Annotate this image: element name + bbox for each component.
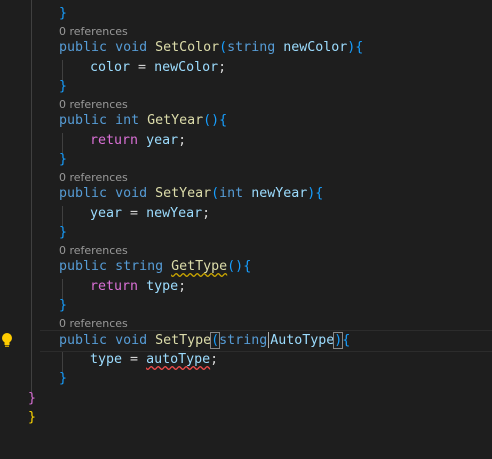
- open-brace: {: [342, 333, 351, 348]
- method-name: SetColor: [155, 40, 220, 55]
- codelens-references[interactable]: 0 references: [59, 244, 128, 258]
- operator: =: [122, 352, 147, 367]
- keyword: string: [219, 333, 268, 348]
- close-brace: }: [59, 371, 68, 386]
- code-line[interactable]: year = newYear;: [90, 204, 210, 223]
- open-brace: {: [315, 186, 324, 201]
- variable: newYear: [146, 206, 203, 221]
- code-line[interactable]: }: [59, 296, 67, 315]
- method-name: GetYear: [147, 113, 204, 128]
- operator: =: [122, 206, 147, 221]
- parens: (): [227, 259, 244, 274]
- code-line[interactable]: }: [59, 223, 67, 242]
- variable: type: [90, 352, 123, 367]
- code-line[interactable]: public void SetYear(int newYear){: [59, 184, 323, 203]
- semicolon: ;: [218, 60, 227, 75]
- indent-guide: [31, 0, 32, 392]
- code-line[interactable]: public string GetType(){: [59, 257, 251, 276]
- code-line[interactable]: }: [59, 77, 67, 96]
- close-brace: }: [59, 6, 68, 21]
- codelens-references[interactable]: 0 references: [59, 171, 128, 185]
- variable: type: [146, 279, 179, 294]
- open-paren: (: [211, 186, 220, 201]
- keyword-return: return: [90, 133, 139, 148]
- semicolon: ;: [178, 279, 187, 294]
- close-brace: }: [59, 298, 68, 313]
- code-line[interactable]: }: [28, 408, 36, 427]
- keyword: void: [115, 333, 148, 348]
- variable: year: [90, 206, 123, 221]
- semicolon: ;: [210, 352, 219, 367]
- open-brace: {: [243, 259, 252, 274]
- open-brace: {: [219, 113, 228, 128]
- code-line[interactable]: public void SetType(string AutoType){: [59, 331, 350, 350]
- codelens-references[interactable]: 0 references: [59, 98, 128, 112]
- parameter: AutoType: [270, 333, 335, 348]
- parameter: newColor: [283, 40, 348, 55]
- keyword: public: [59, 186, 108, 201]
- keyword: int: [115, 113, 140, 128]
- code-line[interactable]: public int GetYear(){: [59, 111, 227, 130]
- lightbulb-icon[interactable]: [0, 332, 14, 348]
- keyword: public: [59, 113, 108, 128]
- codelens-references[interactable]: 0 references: [59, 25, 128, 39]
- method-name: GetType: [171, 259, 228, 274]
- code-line[interactable]: type = autoType;: [90, 350, 218, 369]
- code-line[interactable]: }: [59, 150, 67, 169]
- keyword: int: [219, 186, 244, 201]
- close-brace: }: [59, 79, 68, 94]
- keyword: public: [59, 40, 108, 55]
- keyword: string: [227, 40, 276, 55]
- parens: (): [203, 113, 220, 128]
- variable: year: [146, 133, 179, 148]
- operator: =: [130, 60, 155, 75]
- code-line[interactable]: return year;: [90, 131, 186, 150]
- codelens-references[interactable]: 0 references: [59, 317, 128, 331]
- keyword: public: [59, 259, 108, 274]
- close-brace: }: [59, 152, 68, 167]
- code-line[interactable]: }: [59, 4, 67, 23]
- code-line[interactable]: }: [28, 389, 36, 408]
- error-variable: autoType: [146, 352, 211, 367]
- code-editor[interactable]: } 0 references public void SetColor(stri…: [0, 0, 492, 459]
- method-name: SetYear: [155, 186, 212, 201]
- code-line[interactable]: return type;: [90, 277, 186, 296]
- open-paren: (: [210, 332, 221, 349]
- variable: newColor: [154, 60, 219, 75]
- code-line[interactable]: public void SetColor(string newColor){: [59, 38, 363, 57]
- keyword: void: [115, 186, 148, 201]
- code-line[interactable]: color = newColor;: [90, 58, 226, 77]
- semicolon: ;: [202, 206, 211, 221]
- variable: color: [90, 60, 131, 75]
- semicolon: ;: [178, 133, 187, 148]
- close-brace: }: [59, 225, 68, 240]
- keyword-return: return: [90, 279, 139, 294]
- keyword: string: [115, 259, 164, 274]
- open-paren: (: [219, 40, 228, 55]
- class-close-brace: }: [28, 391, 37, 406]
- namespace-close-brace: }: [28, 410, 37, 425]
- keyword: public: [59, 333, 108, 348]
- parameter: newYear: [251, 186, 308, 201]
- method-name: SetType: [155, 333, 212, 348]
- code-line[interactable]: }: [59, 369, 67, 388]
- open-brace: {: [355, 40, 364, 55]
- keyword: void: [115, 40, 148, 55]
